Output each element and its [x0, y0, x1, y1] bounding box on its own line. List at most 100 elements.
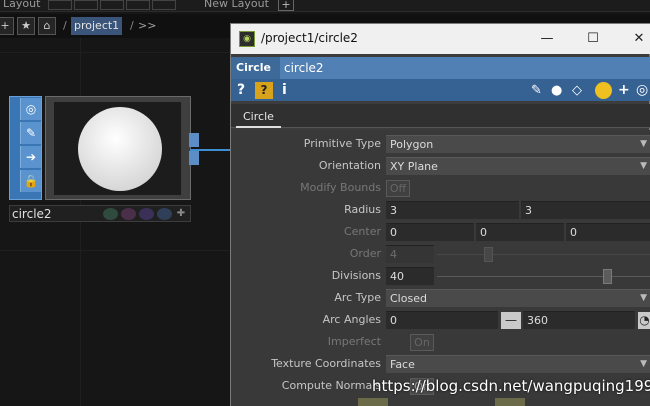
node-name-bar: circle2 ✚ [9, 205, 191, 222]
arc-angles-reset-button[interactable]: ◔ [638, 312, 650, 329]
param-texture-coordinates: Texture Coordinates Face ▼ [231, 354, 650, 374]
param-label: Modify Bounds [300, 181, 381, 194]
edit-icon[interactable]: ✎ [531, 82, 542, 99]
menu-value: Closed [390, 292, 427, 305]
bypass-icon[interactable]: ✎ [20, 122, 41, 144]
maximize-button[interactable]: ☐ [583, 29, 603, 49]
imperfect-toggle[interactable]: On [410, 334, 434, 351]
arc-angle-end-field[interactable]: 360 [523, 311, 635, 329]
radius-y-field[interactable]: 3 [521, 201, 650, 219]
op-name-field[interactable]: circle2 [280, 57, 650, 79]
primitive-type-menu[interactable]: Polygon ▼ [386, 135, 650, 153]
grid-line [80, 38, 81, 406]
param-label: Compute Normals [281, 379, 381, 392]
node-flag-column: ◎ ✎ ➔ 🔒 [9, 96, 42, 200]
center-z-field[interactable]: 0 [566, 223, 650, 241]
chevron-down-icon: ▼ [640, 139, 647, 149]
tag-icon[interactable]: ◇ [572, 82, 582, 99]
menu-value: Polygon [390, 138, 434, 151]
new-layout-button[interactable]: + [278, 0, 294, 11]
template-flag[interactable] [139, 208, 154, 220]
viewer-active-icon[interactable]: ◎ [20, 98, 41, 120]
python-icon[interactable] [595, 82, 612, 99]
param-arc-type: Arc Type Closed ▼ [231, 288, 650, 308]
order-slider-track [437, 254, 650, 255]
layout-slot-5[interactable] [152, 0, 176, 10]
layout-slot-1[interactable] [48, 0, 72, 10]
param-label: Center [343, 225, 381, 238]
arc-type-menu[interactable]: Closed ▼ [386, 289, 650, 307]
help-button[interactable]: ? [237, 82, 245, 99]
param-label: Arc Type [334, 291, 381, 304]
breadcrumb-project1[interactable]: project1 [71, 17, 123, 35]
star-icon[interactable]: ★ [17, 17, 35, 35]
add-pane-button[interactable]: + [0, 17, 14, 35]
background-node-edge [358, 398, 388, 406]
output-connector[interactable] [189, 133, 199, 147]
node-name[interactable]: circle2 [12, 207, 52, 221]
order-slider-handle[interactable] [484, 247, 493, 262]
texture-coordinates-menu[interactable]: Face ▼ [386, 355, 650, 373]
selectable-flag[interactable] [157, 208, 172, 220]
output-wire [190, 149, 232, 151]
param-radius: Radius 3 3 [231, 200, 650, 220]
modify-bounds-toggle[interactable]: Off [386, 180, 410, 197]
background-node-edge [495, 398, 525, 406]
layout-slot-3[interactable] [100, 0, 124, 10]
node-viewer[interactable] [54, 102, 181, 195]
parameter-window: ◉ /project1/circle2 — ☐ ✕ Circle circle2… [230, 23, 650, 406]
arc-angles-minus-button[interactable]: — [501, 312, 521, 329]
close-button[interactable]: ✕ [629, 29, 649, 49]
grid-line [0, 250, 230, 251]
tab-circle[interactable]: Circle [236, 107, 281, 128]
new-layout-label: New Layout [204, 0, 269, 10]
param-label: Texture Coordinates [271, 357, 381, 370]
arc-angle-start-field[interactable]: 0 [386, 311, 498, 329]
clone-icon[interactable]: ➔ [20, 146, 41, 168]
render-flag[interactable] [121, 208, 136, 220]
divisions-field[interactable]: 40 [386, 267, 434, 285]
chevron-down-icon: ▼ [640, 293, 647, 303]
layout-slot-4[interactable] [126, 0, 150, 10]
param-imperfect: Imperfect On [231, 332, 650, 352]
op-toolbar: ? ? i ✎ ● ◇ + ◎ [231, 79, 650, 101]
info-button[interactable]: i [282, 82, 287, 99]
python-help-button[interactable]: ? [255, 82, 273, 99]
param-modify-bounds: Modify Bounds Off [231, 178, 650, 198]
layout-slot-2[interactable] [74, 0, 98, 10]
param-orientation: Orientation XY Plane ▼ [231, 156, 650, 176]
divisions-slider-track [437, 276, 650, 277]
center-y-field[interactable]: 0 [476, 223, 564, 241]
param-label: Primitive Type [303, 137, 381, 150]
breadcrumb-more[interactable]: >> [138, 19, 156, 32]
radius-x-field[interactable]: 3 [386, 201, 519, 219]
menu-value: XY Plane [390, 160, 438, 173]
param-label: Imperfect [327, 335, 381, 348]
minimize-button[interactable]: — [537, 29, 557, 49]
op-header: Circle circle2 [231, 57, 650, 79]
comment-icon[interactable]: ● [551, 82, 562, 99]
grid-line [0, 52, 230, 53]
param-label: Order [349, 247, 381, 260]
circle-sop-node[interactable]: ◎ ✎ ➔ 🔒 [9, 96, 199, 200]
layout-label: Layout [3, 0, 41, 10]
plus-icon[interactable]: ✚ [175, 209, 187, 219]
lock-icon[interactable]: 🔒 [20, 170, 41, 192]
divisions-slider-handle[interactable] [603, 269, 612, 284]
center-x-field[interactable]: 0 [386, 223, 474, 241]
app-logo-icon: ◉ [239, 31, 255, 47]
circle-preview [78, 107, 162, 191]
home-icon[interactable]: ⌂ [38, 17, 56, 35]
add-button[interactable]: + [618, 82, 630, 99]
output-connector-2[interactable] [189, 151, 199, 165]
display-flag[interactable] [103, 208, 118, 220]
path-separator: / [63, 19, 67, 32]
param-label: Arc Angles [322, 313, 381, 326]
chevron-down-icon: ▼ [640, 161, 647, 171]
watermark-text: https://blog.csdn.net/wangpuqing1997 [372, 377, 650, 395]
settings-icon[interactable]: ◎ [636, 82, 648, 99]
window-titlebar[interactable]: ◉ /project1/circle2 — ☐ ✕ [231, 24, 650, 54]
window-title: /project1/circle2 [261, 31, 358, 45]
order-field[interactable]: 4 [386, 245, 434, 263]
orientation-menu[interactable]: XY Plane ▼ [386, 157, 650, 175]
